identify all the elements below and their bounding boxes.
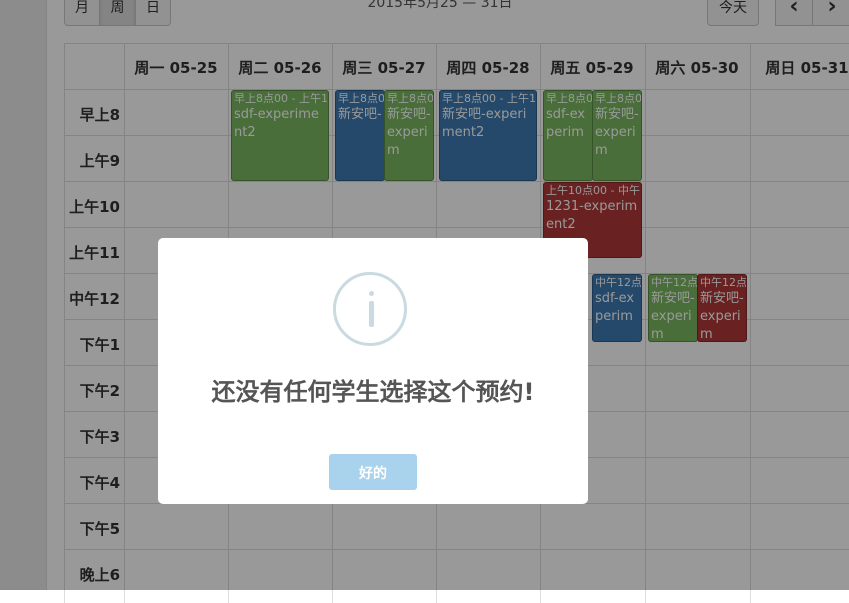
alert-dialog: 还没有任何学生选择这个预约! 好的 [158, 238, 588, 504]
ok-button[interactable]: 好的 [329, 454, 417, 490]
info-icon [333, 272, 407, 346]
dialog-message: 还没有任何学生选择这个预约! [211, 378, 535, 406]
